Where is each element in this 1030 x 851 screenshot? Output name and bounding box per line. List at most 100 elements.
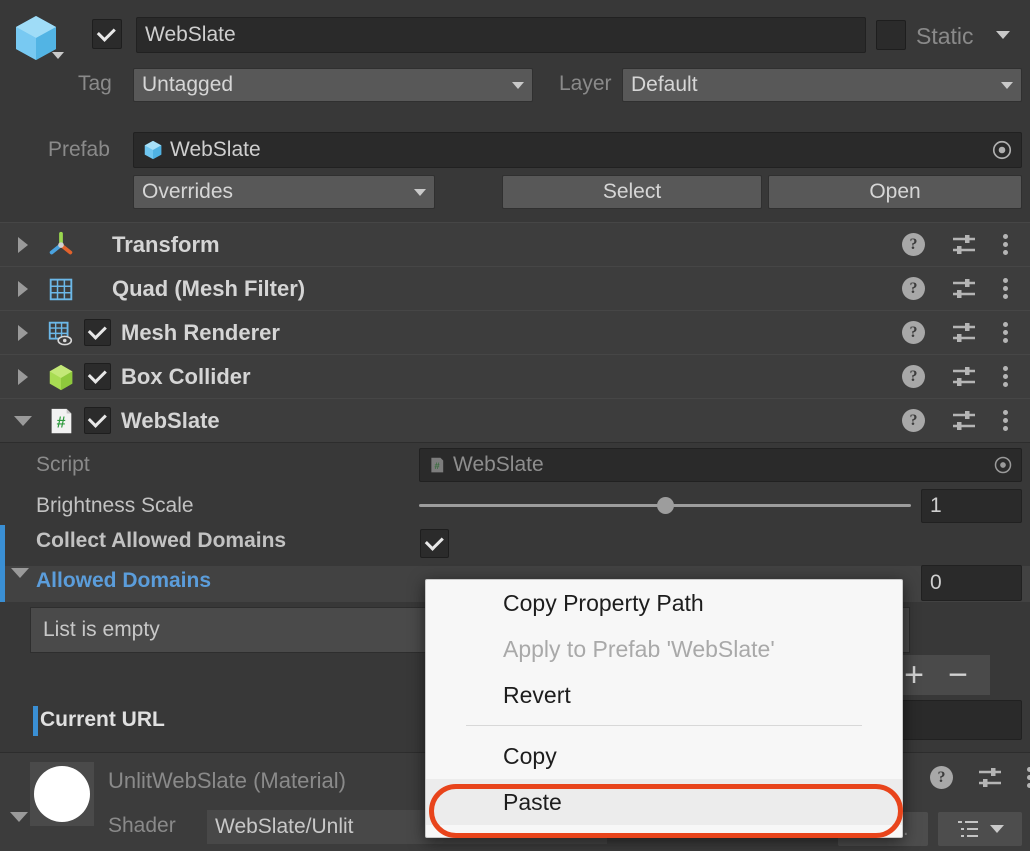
context-menu-item-copy-property-path[interactable]: Copy Property Path — [426, 580, 902, 626]
component-header-mesh-filter[interactable]: Quad (Mesh Filter) ? — [0, 266, 1030, 311]
select-button[interactable]: Select — [502, 175, 762, 209]
allowed-domains-count-field[interactable]: 0 — [921, 565, 1022, 601]
check-icon — [424, 532, 443, 551]
webslate-enabled-checkbox[interactable] — [84, 407, 111, 434]
tag-label: Tag — [78, 72, 112, 96]
context-menu-separator — [466, 725, 862, 726]
object-picker-icon[interactable] — [991, 139, 1013, 161]
static-label: Static — [916, 23, 974, 50]
script-label: Script — [36, 453, 90, 477]
preset-sliders-icon[interactable] — [951, 366, 977, 388]
shader-label: Shader — [108, 814, 176, 838]
help-icon[interactable]: ? — [902, 321, 925, 344]
component-header-webslate[interactable]: # WebSlate ? — [0, 398, 1030, 443]
collect-allowed-domains-label: Collect Allowed Domains — [36, 529, 286, 553]
kebab-menu-icon[interactable] — [1003, 410, 1008, 431]
mesh-filter-icon — [46, 274, 76, 304]
allowed-domains-label: Allowed Domains — [36, 569, 211, 593]
brightness-scale-value: 1 — [930, 494, 942, 518]
collect-allowed-domains-checkbox[interactable] — [420, 529, 449, 558]
prefab-label: Prefab — [48, 138, 110, 162]
foldout-arrow-transform[interactable] — [0, 237, 46, 253]
slider-handle[interactable] — [657, 497, 674, 514]
material-title: UnlitWebSlate (Material) — [108, 768, 346, 794]
component-name: Transform — [112, 232, 220, 258]
prefab-object-field[interactable]: WebSlate — [133, 132, 1022, 168]
foldout-arrow-webslate[interactable] — [0, 416, 46, 426]
help-icon[interactable]: ? — [902, 277, 925, 300]
kebab-menu-icon[interactable] — [1003, 234, 1008, 255]
static-dropdown-button[interactable] — [996, 31, 1010, 39]
menu-item-label: Copy — [503, 743, 557, 770]
material-icons-cluster: ? — [930, 766, 1030, 789]
overrides-label: Overrides — [142, 180, 233, 204]
material-list-view-button[interactable] — [938, 812, 1022, 846]
cs-script-icon: # — [46, 406, 76, 436]
kebab-menu-icon[interactable] — [1003, 278, 1008, 299]
mesh-renderer-enabled-checkbox[interactable] — [84, 319, 111, 346]
preset-sliders-icon[interactable] — [951, 322, 977, 344]
current-url-override-bar — [33, 706, 38, 736]
preset-sliders-icon[interactable] — [951, 278, 977, 300]
help-icon[interactable]: ? — [930, 766, 953, 789]
context-menu-item-revert[interactable]: Revert — [426, 672, 902, 718]
component-header-transform[interactable]: Transform ? — [0, 222, 1030, 267]
kebab-menu-icon[interactable] — [1003, 322, 1008, 343]
script-object-field[interactable]: # WebSlate — [419, 448, 1022, 482]
context-menu-item-paste[interactable]: Paste — [426, 779, 902, 825]
svg-text:#: # — [57, 414, 66, 431]
box-collider-enabled-checkbox[interactable] — [84, 363, 111, 390]
component-header-box-collider[interactable]: Box Collider ? — [0, 354, 1030, 399]
svg-text:#: # — [434, 461, 440, 472]
object-picker-icon[interactable] — [993, 455, 1013, 475]
chevron-down-icon — [990, 825, 1004, 833]
gameobject-name-field[interactable]: WebSlate — [136, 17, 866, 53]
foldout-arrow-box-collider[interactable] — [0, 369, 46, 385]
layer-label: Layer — [559, 72, 612, 96]
brightness-scale-slider[interactable] — [419, 495, 911, 517]
chevron-down-icon — [512, 82, 524, 89]
menu-item-label: Apply to Prefab 'WebSlate' — [503, 636, 775, 663]
menu-item-label: Revert — [503, 682, 571, 709]
layer-dropdown[interactable]: Default — [622, 68, 1022, 102]
check-icon — [97, 22, 116, 41]
overrides-dropdown[interactable]: Overrides — [133, 175, 435, 209]
context-menu-item-copy[interactable]: Copy — [426, 733, 902, 779]
preset-sliders-icon[interactable] — [977, 767, 1003, 789]
chevron-right-icon — [18, 237, 28, 253]
remove-domain-button[interactable]: − — [942, 659, 974, 691]
current-url-label: Current URL — [40, 708, 165, 732]
chevron-down-icon — [1001, 82, 1013, 89]
material-preview-swatch[interactable] — [30, 762, 94, 826]
component-name: Mesh Renderer — [121, 320, 280, 346]
help-icon[interactable]: ? — [902, 409, 925, 432]
foldout-arrow-mesh-filter[interactable] — [0, 281, 46, 297]
preset-sliders-icon[interactable] — [951, 410, 977, 432]
help-icon[interactable]: ? — [902, 233, 925, 256]
script-value: WebSlate — [453, 453, 544, 477]
static-checkbox[interactable] — [876, 20, 906, 50]
property-context-menu[interactable]: Copy Property Path Apply to Prefab 'WebS… — [425, 579, 903, 838]
mesh-renderer-icon — [46, 318, 76, 348]
material-sphere-icon — [34, 766, 90, 822]
plus-icon: + — [904, 658, 924, 692]
menu-item-label: Paste — [503, 789, 562, 816]
brightness-scale-value-field[interactable]: 1 — [921, 489, 1022, 523]
gameobject-enabled-checkbox[interactable] — [92, 19, 122, 49]
foldout-arrow-allowed-domains[interactable] — [11, 578, 29, 596]
check-icon — [87, 409, 106, 428]
gameobject-icon-dropdown-caret[interactable] — [52, 52, 64, 59]
component-name: Box Collider — [121, 364, 251, 390]
help-icon[interactable]: ? — [902, 365, 925, 388]
gameobject-name-value: WebSlate — [145, 23, 236, 47]
tag-dropdown[interactable]: Untagged — [133, 68, 533, 102]
preset-sliders-icon[interactable] — [951, 234, 977, 256]
chevron-right-icon — [18, 281, 28, 297]
tag-value: Untagged — [142, 73, 233, 97]
material-foldout-arrow[interactable] — [10, 822, 28, 840]
shader-value: WebSlate/Unlit — [215, 815, 354, 839]
kebab-menu-icon[interactable] — [1003, 366, 1008, 387]
component-header-mesh-renderer[interactable]: Mesh Renderer ? — [0, 310, 1030, 355]
foldout-arrow-mesh-renderer[interactable] — [0, 325, 46, 341]
open-button[interactable]: Open — [768, 175, 1022, 209]
